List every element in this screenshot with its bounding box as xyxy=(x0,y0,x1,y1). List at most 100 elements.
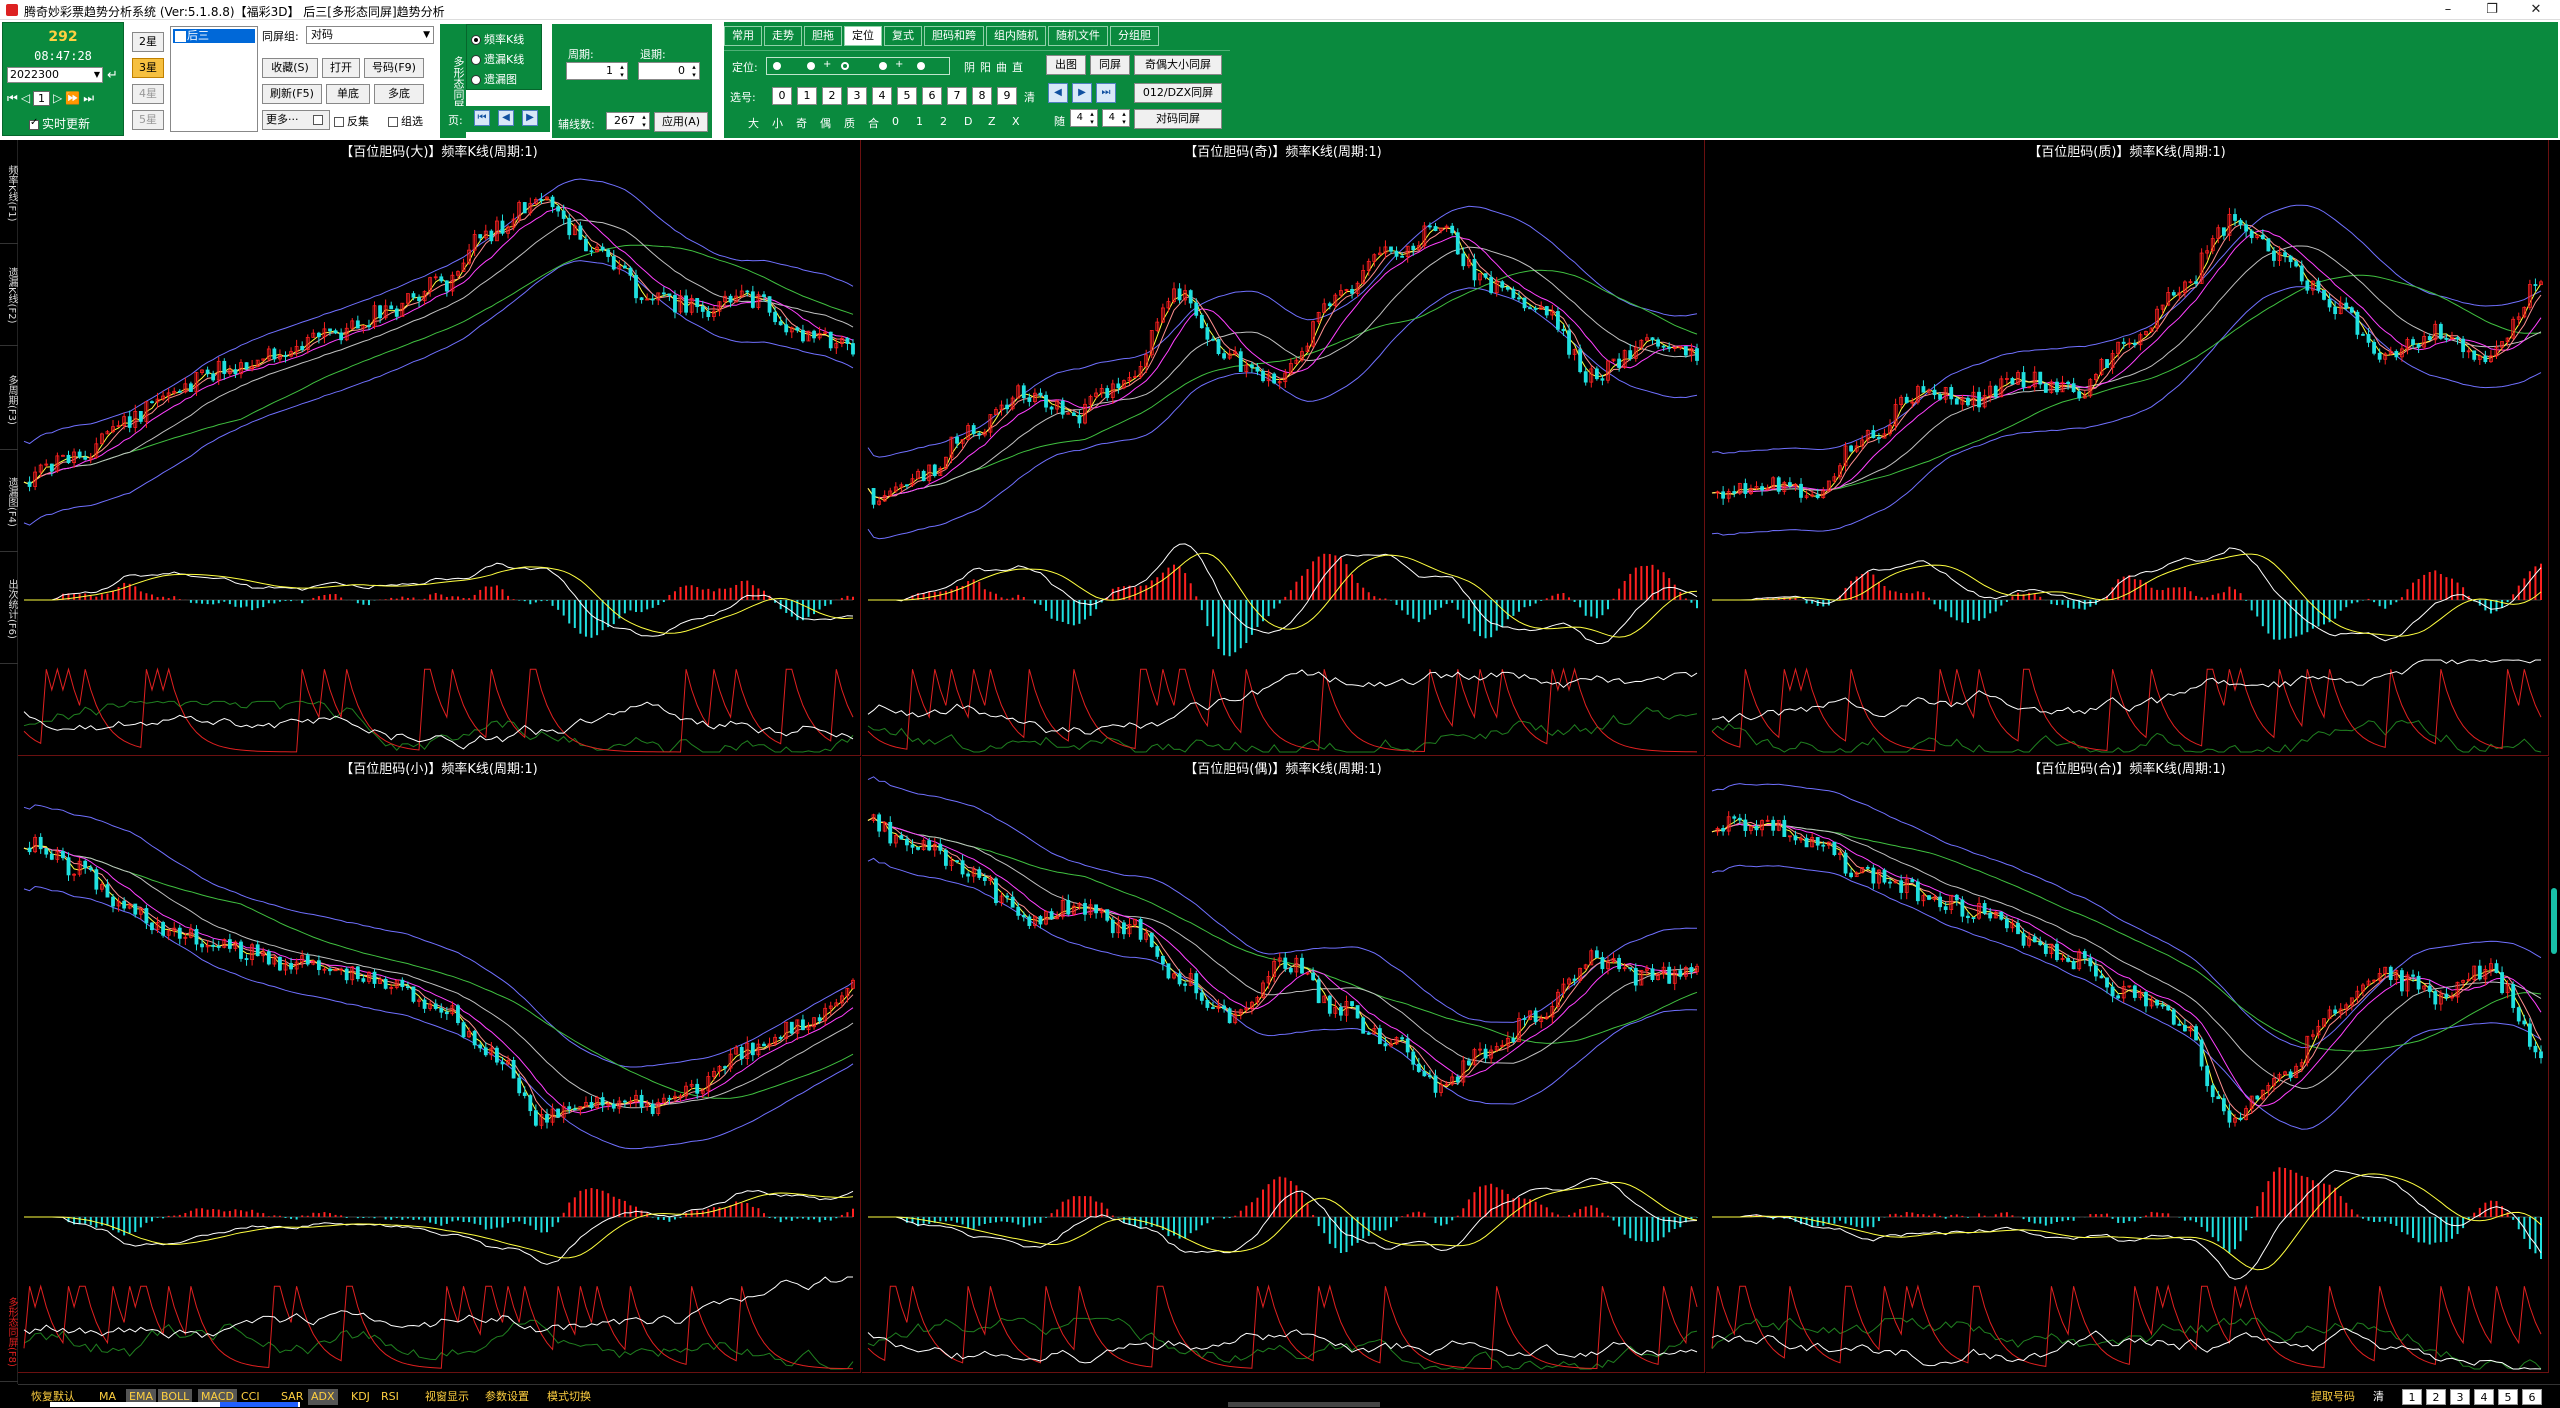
side-tab-3[interactable]: 遗漏图(F4) xyxy=(0,452,18,552)
nav-page-box[interactable]: 1 xyxy=(33,91,51,106)
attr-yin[interactable]: 阴 xyxy=(964,59,975,75)
multi-base-button[interactable]: 多底 xyxy=(374,84,424,104)
prop-button-0[interactable]: 大 xyxy=(748,115,759,131)
dzx-screen-button[interactable]: 012/DZX同屏 xyxy=(1134,83,1222,103)
prop-button-6[interactable]: 0 xyxy=(892,115,899,128)
first-issue-icon[interactable]: ⏮ xyxy=(7,91,18,106)
restore-button[interactable]: ❐ xyxy=(2470,0,2514,20)
tab-6[interactable]: 组内随机 xyxy=(986,26,1046,46)
period-spinner[interactable]: 1 xyxy=(566,62,628,80)
extract-number-label[interactable]: 提取号码 xyxy=(2308,1389,2358,1405)
tab-2[interactable]: 胆拖 xyxy=(804,26,842,46)
prop-button-3[interactable]: 偶 xyxy=(820,115,831,131)
tab-3[interactable]: 定位 xyxy=(844,26,882,46)
pair-screen-button[interactable]: 对码同屏 xyxy=(1134,109,1222,129)
side-tab-2[interactable]: 多周期(F3) xyxy=(0,350,18,450)
auto-update-checkbox[interactable]: 实时更新 xyxy=(29,115,90,132)
position-slider[interactable]: + + xyxy=(766,57,950,75)
close-button[interactable]: ✕ xyxy=(2514,0,2558,20)
chart-panel-3[interactable]: 【百位胆码(小)】频率K线(周期:1) xyxy=(18,757,861,1373)
digit-button-3[interactable]: 3 xyxy=(847,87,867,105)
random-a-spinner[interactable]: 4 xyxy=(1070,109,1098,127)
group-select-checkbox[interactable]: 组选 xyxy=(388,113,423,129)
nav-end-icon[interactable]: ⏭ xyxy=(1096,83,1116,103)
attr-yang[interactable]: 阳 xyxy=(980,59,991,75)
clear-digits-button[interactable]: 清 xyxy=(1024,89,1035,105)
favorite-button[interactable]: 收藏(S) xyxy=(262,58,318,78)
parity-size-screen-button[interactable]: 奇偶大小同屏 xyxy=(1134,55,1222,75)
digit-button-6[interactable]: 6 xyxy=(922,87,942,105)
tab-5[interactable]: 胆码和跨 xyxy=(924,26,984,46)
side-tab-1[interactable]: 遗漏K线(F2) xyxy=(0,246,18,346)
prop-button-8[interactable]: 2 xyxy=(940,115,947,128)
apply-button[interactable]: 应用(A) xyxy=(654,112,708,132)
page-button-6[interactable]: 6 xyxy=(2522,1389,2542,1405)
chart-panel-0[interactable]: 【百位胆码(大)】频率K线(周期:1) xyxy=(18,140,861,756)
prop-button-11[interactable]: X xyxy=(1012,115,1020,128)
scroll-thumb[interactable] xyxy=(2551,888,2557,954)
page-first-button[interactable]: ⏮ xyxy=(474,110,490,126)
position-dot-4[interactable] xyxy=(879,62,887,70)
group-select[interactable]: 对码 ▼ xyxy=(306,26,434,44)
list-item-hou-san[interactable]: 后三 xyxy=(173,29,255,43)
h-scroll-thumb[interactable] xyxy=(1228,1402,1380,1407)
digit-button-5[interactable]: 5 xyxy=(897,87,917,105)
indicator-toggle-12[interactable]: 模式切换 xyxy=(544,1389,594,1405)
page-button-5[interactable]: 5 xyxy=(2498,1389,2518,1405)
prop-button-1[interactable]: 小 xyxy=(772,115,783,131)
position-listbox[interactable]: 后三 xyxy=(170,26,258,132)
count-spinner[interactable]: 267 xyxy=(606,112,650,130)
reverse-checkbox[interactable]: 反集 xyxy=(334,113,369,129)
digit-button-2[interactable]: 2 xyxy=(822,87,842,105)
digit-button-9[interactable]: 9 xyxy=(997,87,1017,105)
attr-qu[interactable]: 曲 xyxy=(996,59,1007,75)
enter-icon[interactable]: ↵ xyxy=(107,68,118,83)
prev-issue-icon[interactable]: ◁ xyxy=(21,91,30,105)
indicator-toggle-7[interactable]: ADX xyxy=(308,1389,338,1405)
prop-button-9[interactable]: D xyxy=(964,115,972,128)
radio-omission-k[interactable]: 遗漏K线 xyxy=(471,51,524,67)
prop-button-4[interactable]: 质 xyxy=(844,115,855,131)
indicator-toggle-10[interactable]: 视窗显示 xyxy=(422,1389,472,1405)
clear-label[interactable]: 清 xyxy=(2370,1389,2387,1405)
issue-select[interactable]: 2022300 ▼ xyxy=(7,67,103,83)
radio-frequency-k[interactable]: 频率K线 xyxy=(471,31,524,47)
prop-button-7[interactable]: 1 xyxy=(916,115,923,128)
position-dot-2[interactable] xyxy=(807,62,815,70)
fast-forward-icon[interactable]: ⏩ xyxy=(65,91,80,105)
vertical-scrollbar[interactable] xyxy=(2549,140,2560,1384)
digit-button-1[interactable]: 1 xyxy=(797,87,817,105)
digit-button-8[interactable]: 8 xyxy=(972,87,992,105)
side-tab-5[interactable]: 多形态同屏(F8) xyxy=(0,1282,18,1382)
position-dot-5[interactable] xyxy=(917,62,925,70)
indicator-toggle-9[interactable]: RSI xyxy=(378,1389,402,1405)
number-button[interactable]: 号码(F9) xyxy=(364,58,424,78)
chart-panel-4[interactable]: 【百位胆码(偶)】频率K线(周期:1) xyxy=(862,757,1705,1373)
refresh-button[interactable]: 刷新(F5) xyxy=(262,84,322,104)
open-button[interactable]: 打开 xyxy=(322,58,360,78)
page-button-1[interactable]: 1 xyxy=(2402,1389,2422,1405)
radio-omission-chart[interactable]: 遗漏图 xyxy=(471,71,517,87)
same-screen-button[interactable]: 同屏 xyxy=(1090,55,1130,75)
chart-panel-2[interactable]: 【百位胆码(质)】频率K线(周期:1) xyxy=(1706,140,2549,756)
page-prev-button[interactable]: ◀ xyxy=(498,110,514,126)
last-issue-icon[interactable]: ⏭ xyxy=(83,91,94,106)
digit-button-4[interactable]: 4 xyxy=(872,87,892,105)
attr-zhi[interactable]: 直 xyxy=(1012,59,1023,75)
star-2-button[interactable]: 2星 xyxy=(132,32,164,52)
single-base-button[interactable]: 单底 xyxy=(326,84,370,104)
back-spinner[interactable]: 0 xyxy=(638,62,700,80)
position-dot-1[interactable] xyxy=(773,62,781,70)
chart-panel-1[interactable]: 【百位胆码(奇)】频率K线(周期:1) xyxy=(862,140,1705,756)
prop-button-5[interactable]: 合 xyxy=(868,115,879,131)
position-dot-3[interactable] xyxy=(841,62,849,70)
side-tab-4[interactable]: 出次统计(F6) xyxy=(0,554,18,664)
next-issue-icon[interactable]: ▷ xyxy=(53,91,62,105)
nav-right-icon[interactable]: ▶ xyxy=(1072,83,1092,103)
prop-button-2[interactable]: 奇 xyxy=(796,115,807,131)
tab-8[interactable]: 分组胆 xyxy=(1110,26,1159,46)
more-dropdown[interactable]: 更多··· xyxy=(262,110,330,130)
tab-7[interactable]: 随机文件 xyxy=(1048,26,1108,46)
page-next-button[interactable]: ▶ xyxy=(522,110,538,126)
digit-button-7[interactable]: 7 xyxy=(947,87,967,105)
